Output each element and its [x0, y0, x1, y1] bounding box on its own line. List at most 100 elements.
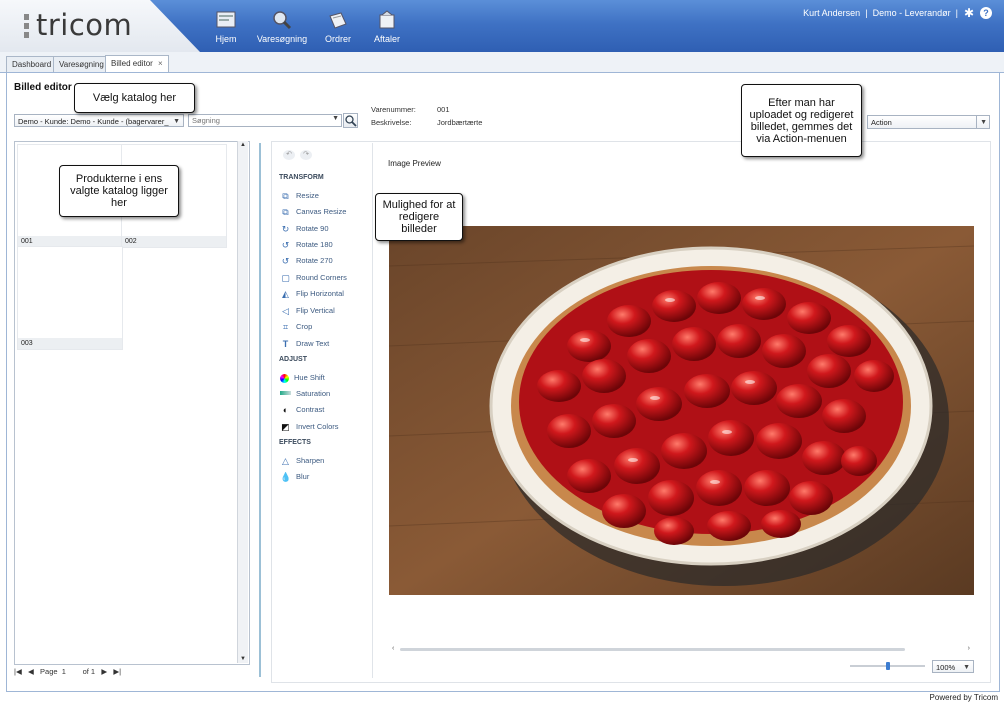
preview-scroll-thumb[interactable]: [400, 648, 905, 651]
search-icon: [273, 11, 292, 30]
next-page-icon[interactable]: ▶: [101, 667, 107, 676]
beskrivelse-value: Jordbærtærte: [437, 118, 483, 127]
tool-crop[interactable]: ⌗ Crop: [280, 320, 312, 334]
search-button[interactable]: [343, 113, 358, 128]
tool-contrast[interactable]: ◐ Contrast: [280, 403, 325, 417]
last-page-icon[interactable]: ▶|: [113, 667, 121, 676]
chevron-down-icon[interactable]: ▼: [332, 115, 339, 122]
catalog-select[interactable]: Demo - Kunde: Demo - Kunde - (bagervarer…: [14, 114, 184, 127]
panel-divider[interactable]: [259, 143, 261, 677]
chevron-down-icon: ▼: [173, 118, 180, 125]
account-name[interactable]: Demo - Leverandør: [873, 8, 951, 18]
invert-icon: ◩: [281, 421, 290, 432]
scroll-right-icon[interactable]: ›: [968, 645, 970, 652]
nav-varesogning[interactable]: Varesøgning: [252, 10, 312, 44]
callout-catalog: Vælg katalog her: [74, 83, 195, 113]
user-info: Kurt Andersen | Demo - Leverandør |: [803, 8, 958, 18]
zoom-slider-handle[interactable]: [886, 662, 890, 670]
round-corners-icon: ▢: [281, 272, 290, 283]
tab-billed-editor-label: Billed editor: [111, 59, 153, 68]
nav-hjem[interactable]: Hjem: [196, 10, 256, 44]
resize-icon: ⧉: [282, 190, 289, 201]
scroll-left-icon[interactable]: ‹: [392, 645, 394, 652]
page-title: Billed editor: [14, 82, 72, 93]
home-icon: [216, 11, 236, 28]
tool-rotate-180[interactable]: ↺ Rotate 180: [280, 238, 333, 252]
tool-saturation[interactable]: Saturation: [280, 387, 330, 401]
tool-resize[interactable]: ⧉ Resize: [280, 189, 319, 203]
tab-dashboard[interactable]: Dashboard: [6, 56, 58, 72]
nav-aftaler[interactable]: Aftaler: [357, 10, 417, 44]
flip-horizontal-icon: ◭: [282, 288, 289, 299]
scroll-up-icon[interactable]: ▲: [240, 142, 246, 148]
help-icon[interactable]: ?: [980, 7, 992, 19]
pager: |◀ ◀ Page 1 of 1 ▶ ▶|: [14, 667, 121, 676]
search-icon: [345, 115, 357, 127]
powered-by: Powered by Tricom: [929, 693, 998, 702]
page-label: Page: [40, 667, 58, 676]
prev-page-icon[interactable]: ◀: [28, 667, 34, 676]
canvas-resize-icon: ⧉: [282, 206, 289, 217]
logo-mark-icon: [24, 14, 30, 38]
tab-billed-editor[interactable]: Billed editor ×: [105, 55, 169, 73]
callout-products: Produkterne i ens valgte katalog ligger …: [59, 165, 179, 217]
tool-blur[interactable]: 💧 Blur: [280, 470, 309, 484]
product-list-scrollbar[interactable]: ▲ ▼: [237, 141, 248, 663]
product-code: 002: [122, 236, 226, 247]
tab-dashboard-label: Dashboard: [12, 60, 52, 69]
scroll-down-icon[interactable]: ▼: [240, 656, 246, 662]
tool-hue-shift[interactable]: Hue Shift: [280, 371, 325, 385]
tool-rotate-270[interactable]: ↺ Rotate 270: [280, 254, 333, 268]
orders-icon: [329, 12, 347, 29]
image-preview-title: Image Preview: [388, 159, 441, 168]
action-select[interactable]: Action ▼: [867, 115, 990, 129]
rotate-180-icon: ↺: [281, 239, 290, 250]
rotate-right-icon: ↻: [281, 223, 290, 234]
tool-canvas-resize[interactable]: ⧉ Canvas Resize: [280, 205, 346, 219]
sharpen-icon: △: [282, 455, 289, 466]
tab-varesogning[interactable]: Varesøgning: [53, 56, 110, 72]
contrast-icon: ◐: [282, 404, 289, 415]
product-code: 003: [18, 338, 122, 349]
chevron-down-icon: ▼: [963, 664, 970, 671]
nav-hjem-label: Hjem: [215, 34, 237, 44]
tool-flip-vertical[interactable]: ◁ Flip Vertical: [280, 304, 335, 318]
tool-flip-horizontal[interactable]: ◭ Flip Horizontal: [280, 287, 344, 301]
logo: tricom: [36, 8, 133, 42]
catalog-select-value: Demo - Kunde: Demo - Kunde - (bagervarer…: [18, 117, 169, 126]
product-list: 001 002 003: [14, 141, 250, 665]
flip-vertical-icon: ◁: [282, 305, 289, 316]
group-transform-title: TRANSFORM: [279, 174, 324, 181]
group-effects-title: EFFECTS: [279, 439, 311, 446]
redo-icon[interactable]: ↷: [300, 150, 312, 160]
first-page-icon[interactable]: |◀: [14, 667, 22, 676]
tool-sharpen[interactable]: △ Sharpen: [280, 454, 324, 468]
gear-icon[interactable]: ✱: [964, 7, 976, 19]
tool-round-corners[interactable]: ▢ Round Corners: [280, 271, 347, 285]
user-name[interactable]: Kurt Andersen: [803, 8, 860, 18]
zoom-select[interactable]: 100% ▼: [932, 660, 974, 673]
tool-invert-colors[interactable]: ◩ Invert Colors: [280, 420, 338, 434]
product-image: [389, 226, 974, 595]
search-input[interactable]: [189, 115, 332, 126]
group-adjust-title: ADJUST: [279, 356, 308, 363]
account-separator: |: [955, 8, 958, 18]
zoom-value: 100%: [936, 663, 956, 672]
page-count: of 1: [82, 667, 96, 676]
tool-draw-text[interactable]: T Draw Text: [280, 337, 329, 351]
tool-rotate-90[interactable]: ↻ Rotate 90: [280, 222, 329, 236]
preview-scrollbar[interactable]: ‹ ›: [392, 645, 970, 653]
callout-edit: Mulighed for at redigere billeder: [375, 193, 463, 241]
agreements-icon: [379, 10, 395, 29]
crop-icon: ⌗: [282, 321, 289, 332]
undo-icon[interactable]: ↶: [283, 150, 295, 160]
blur-drop-icon: 💧: [280, 471, 292, 482]
saturation-icon: [280, 391, 291, 396]
search-box[interactable]: ▼: [188, 114, 342, 127]
product-item[interactable]: 003: [17, 246, 123, 350]
varenummer-value: 001: [437, 105, 450, 114]
callout-action: Efter man har uploadet og redigeret bill…: [741, 84, 862, 157]
close-icon[interactable]: ×: [158, 59, 163, 68]
page-input[interactable]: 1: [62, 667, 66, 676]
nav-varesogning-label: Varesøgning: [256, 34, 308, 44]
